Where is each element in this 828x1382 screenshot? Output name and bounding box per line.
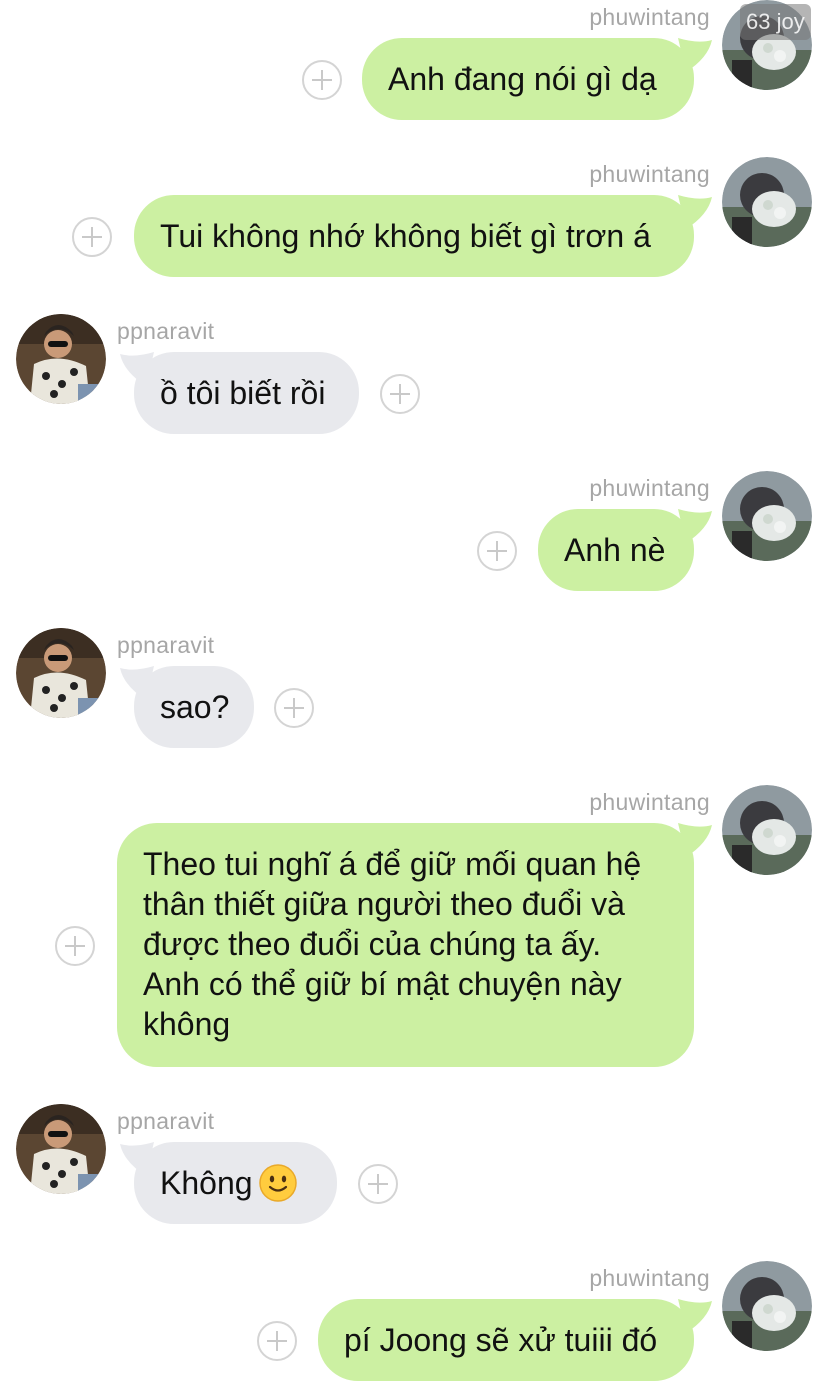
message-bubble[interactable]: Anh đang nói gì dạ [362,38,694,120]
message-bubble[interactable]: Tui không nhớ không biết gì trơn á [134,195,694,277]
message-content: Không [160,1163,311,1203]
sender-avatar[interactable] [722,157,812,247]
message-text: pí Joong sẽ xử tuiii đó [344,1322,658,1358]
message-text: Anh đang nói gì dạ [388,61,657,97]
overlay-badge: 63 joy [740,4,811,40]
bubble-tail [678,509,712,543]
add-reaction-button[interactable] [358,1164,398,1204]
message-text: Anh nè [564,532,666,568]
add-reaction-button[interactable] [257,1321,297,1361]
add-reaction-button[interactable] [477,531,517,571]
sender-name[interactable]: ppnaravit [117,632,214,659]
add-reaction-button[interactable] [302,60,342,100]
message-bubble[interactable]: pí Joong sẽ xử tuiii đó [318,1299,694,1381]
add-reaction-button[interactable] [274,688,314,728]
sender-avatar[interactable] [16,314,106,404]
sender-name[interactable]: phuwintang [589,789,710,816]
sender-name[interactable]: phuwintang [589,1265,710,1292]
add-reaction-button[interactable] [72,217,112,257]
message-text: Tui không nhớ không biết gì trơn á [160,218,651,254]
sender-name[interactable]: phuwintang [589,475,710,502]
message-text: Không [160,1165,253,1201]
sender-avatar[interactable] [722,785,812,875]
add-reaction-button[interactable] [380,374,420,414]
sender-avatar[interactable] [722,471,812,561]
sender-name[interactable]: phuwintang [589,4,710,31]
bubble-tail [678,1299,712,1333]
message-text: Theo tui nghĩ á để giữ mối quan hệ thân … [143,846,642,1042]
message-bubble[interactable]: Không [134,1142,337,1224]
sender-avatar[interactable] [16,1104,106,1194]
sender-name[interactable]: ppnaravit [117,318,214,345]
slightly-smiling-face-icon [258,1164,297,1202]
message-text: ồ tôi biết rồi [160,375,326,411]
sender-name[interactable]: ppnaravit [117,1108,214,1135]
message-text: sao? [160,689,230,725]
bubble-tail [678,38,712,72]
message-bubble[interactable]: Theo tui nghĩ á để giữ mối quan hệ thân … [117,823,694,1067]
bubble-tail [678,195,712,229]
sender-avatar[interactable] [16,628,106,718]
message-bubble[interactable]: sao? [134,666,254,748]
sender-avatar[interactable] [722,1261,812,1351]
message-bubble[interactable]: ồ tôi biết rồi [134,352,359,434]
bubble-tail [678,823,712,857]
message-bubble[interactable]: Anh nè [538,509,694,591]
sender-name[interactable]: phuwintang [589,161,710,188]
add-reaction-button[interactable] [55,926,95,966]
